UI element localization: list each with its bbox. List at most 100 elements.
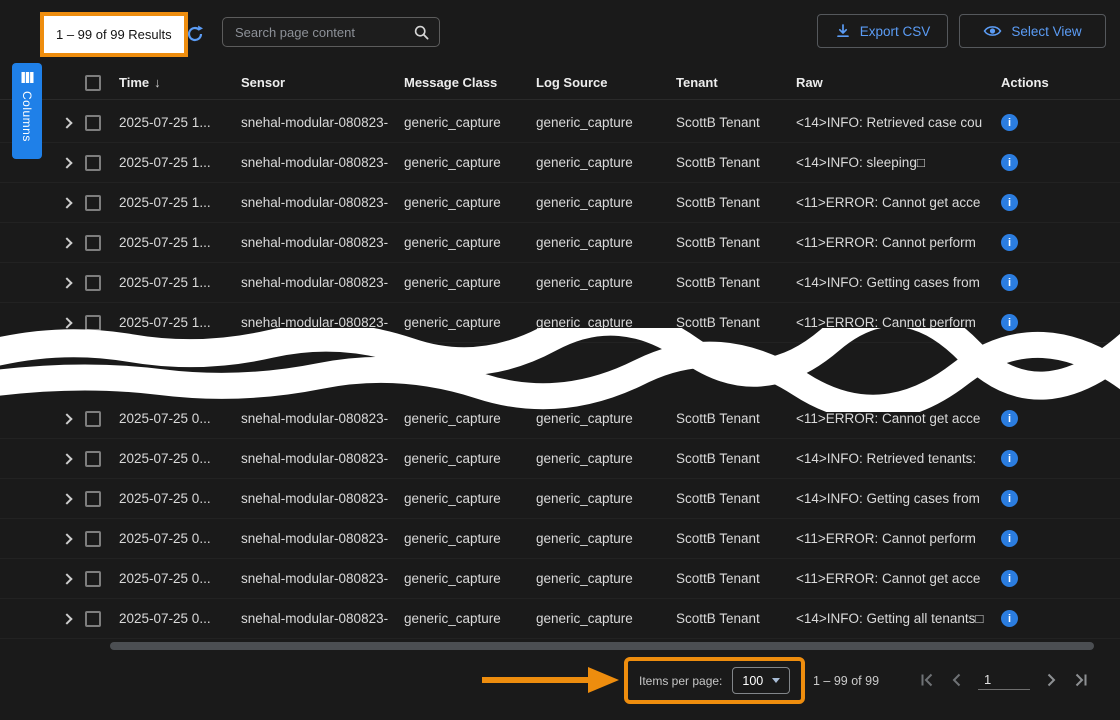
table-row: 2025-07-25 1... snehal-modular-080823- g… <box>0 103 1120 143</box>
column-header-tenant[interactable]: Tenant <box>676 75 796 90</box>
row-checkbox[interactable] <box>85 315 101 331</box>
expand-row-button[interactable] <box>55 611 85 626</box>
cell-message-class: generic_capture <box>404 195 536 210</box>
cell-message-class: generic_capture <box>404 115 536 130</box>
row-checkbox[interactable] <box>85 531 101 547</box>
cell-time: 2025-07-25 0... <box>119 491 241 506</box>
cell-tenant: ScottB Tenant <box>676 531 796 546</box>
export-csv-label: Export CSV <box>860 24 931 39</box>
cell-log-source: generic_capture <box>536 491 676 506</box>
cell-raw: <14>INFO: Retrieved tenants: <box>796 451 1001 466</box>
row-checkbox[interactable] <box>85 571 101 587</box>
info-icon[interactable]: i <box>1001 410 1018 427</box>
info-icon[interactable]: i <box>1001 490 1018 507</box>
cell-sensor: snehal-modular-080823- <box>241 451 404 466</box>
select-all-checkbox[interactable] <box>85 75 101 91</box>
row-checkbox[interactable] <box>85 275 101 291</box>
info-icon[interactable]: i <box>1001 570 1018 587</box>
column-header-sensor[interactable]: Sensor <box>241 75 404 90</box>
expand-row-button[interactable] <box>55 411 85 426</box>
cell-raw: <14>INFO: Getting all tenants□ <box>796 611 1001 626</box>
table-rows-top: 2025-07-25 1... snehal-modular-080823- g… <box>0 103 1120 343</box>
column-header-message-class[interactable]: Message Class <box>404 75 536 90</box>
cell-message-class: generic_capture <box>404 531 536 546</box>
expand-row-button[interactable] <box>55 571 85 586</box>
info-icon[interactable]: i <box>1001 450 1018 467</box>
info-icon[interactable]: i <box>1001 234 1018 251</box>
row-checkbox[interactable] <box>85 411 101 427</box>
expand-row-button[interactable] <box>55 115 85 130</box>
chevron-down-icon <box>772 678 780 683</box>
info-icon[interactable]: i <box>1001 610 1018 627</box>
table-row: 2025-07-25 0... snehal-modular-080823- g… <box>0 479 1120 519</box>
search-box <box>222 17 440 47</box>
column-header-raw[interactable]: Raw <box>796 75 1001 90</box>
info-icon[interactable]: i <box>1001 530 1018 547</box>
table-row-partial-wrap: i <box>0 358 1120 398</box>
cell-message-class: generic_capture <box>404 235 536 250</box>
info-icon[interactable]: i <box>1001 194 1018 211</box>
cell-time: 2025-07-25 0... <box>119 531 241 546</box>
items-per-page-select[interactable]: 100 <box>732 667 790 694</box>
table-row: 2025-07-25 1... snehal-modular-080823- g… <box>0 223 1120 263</box>
expand-row-button[interactable] <box>55 531 85 546</box>
expand-row-button[interactable] <box>55 491 85 506</box>
info-icon[interactable]: i <box>1001 370 1018 387</box>
row-checkbox[interactable] <box>85 370 101 386</box>
pagination-controls <box>918 670 1090 690</box>
previous-page-button[interactable] <box>948 671 966 689</box>
select-view-button[interactable]: Select View <box>959 14 1106 48</box>
expand-row-button[interactable] <box>55 451 85 466</box>
chevron-right-icon <box>61 453 72 464</box>
cell-raw: <14>INFO: Getting cases from <box>796 491 1001 506</box>
cell-tenant: ScottB Tenant <box>676 235 796 250</box>
expand-row-button[interactable] <box>55 315 85 330</box>
cell-raw: <14>INFO: sleeping□ <box>796 155 1001 170</box>
cell-sensor: snehal-modular-080823- <box>241 235 404 250</box>
info-icon[interactable]: i <box>1001 114 1018 131</box>
cell-tenant: ScottB Tenant <box>676 315 796 330</box>
chevron-right-icon <box>61 573 72 584</box>
row-checkbox[interactable] <box>85 115 101 131</box>
eye-icon <box>983 24 1002 38</box>
row-checkbox[interactable] <box>85 195 101 211</box>
cell-tenant: ScottB Tenant <box>676 411 796 426</box>
cell-sensor: snehal-modular-080823- <box>241 315 404 330</box>
cell-log-source: generic_capture <box>536 315 676 330</box>
expand-row-button[interactable] <box>55 195 85 210</box>
expand-row-button[interactable] <box>55 235 85 250</box>
column-header-log-source[interactable]: Log Source <box>536 75 676 90</box>
search-input[interactable] <box>223 25 414 40</box>
info-icon[interactable]: i <box>1001 274 1018 291</box>
annotation-arrow <box>478 662 623 698</box>
info-icon[interactable]: i <box>1001 314 1018 331</box>
columns-panel-button[interactable]: Columns <box>12 63 42 159</box>
horizontal-scrollbar[interactable] <box>110 642 1094 650</box>
cell-message-class: generic_capture <box>404 275 536 290</box>
expand-row-button[interactable] <box>55 371 85 386</box>
row-checkbox[interactable] <box>85 611 101 627</box>
row-checkbox[interactable] <box>85 491 101 507</box>
expand-row-button[interactable] <box>55 155 85 170</box>
expand-row-button[interactable] <box>55 275 85 290</box>
cell-message-class: generic_capture <box>404 411 536 426</box>
chevron-right-icon <box>61 277 72 288</box>
table-rows-bottom: 2025-07-25 0... snehal-modular-080823- g… <box>0 399 1120 639</box>
row-checkbox[interactable] <box>85 451 101 467</box>
row-checkbox[interactable] <box>85 155 101 171</box>
cell-log-source: generic_capture <box>536 411 676 426</box>
table-header: Time ↓ Sensor Message Class Log Source T… <box>0 66 1120 100</box>
column-header-time[interactable]: Time ↓ <box>119 75 241 90</box>
refresh-button[interactable] <box>186 25 204 43</box>
search-icon <box>414 25 429 40</box>
row-checkbox[interactable] <box>85 235 101 251</box>
first-page-button[interactable] <box>918 671 936 689</box>
pagination-range-label: 1 – 99 of 99 <box>813 674 879 688</box>
export-csv-button[interactable]: Export CSV <box>817 14 948 48</box>
page-number-input[interactable] <box>978 670 1030 690</box>
cell-sensor: snehal-modular-080823- <box>241 491 404 506</box>
next-page-button[interactable] <box>1042 671 1060 689</box>
info-icon[interactable]: i <box>1001 154 1018 171</box>
table-row: 2025-07-25 0... snehal-modular-080823- g… <box>0 439 1120 479</box>
last-page-button[interactable] <box>1072 671 1090 689</box>
